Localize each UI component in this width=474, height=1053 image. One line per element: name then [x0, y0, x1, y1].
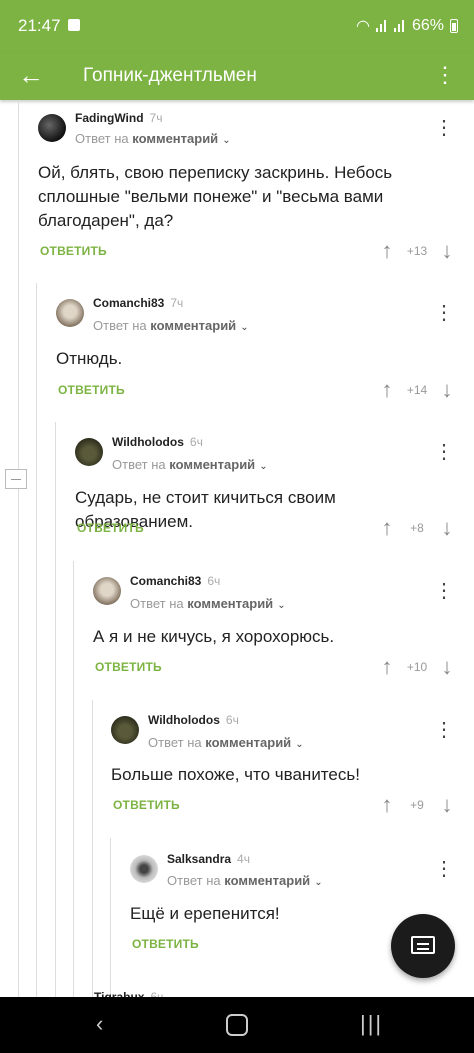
comment-score: +14: [406, 383, 428, 397]
reply-button[interactable]: ОТВЕТИТЬ: [132, 937, 199, 951]
comment-text: А я и не кичусь, я хорохорюсь.: [93, 627, 335, 646]
arrow-up-icon[interactable]: ↑: [374, 792, 400, 818]
wifi-icon: ◠: [356, 18, 370, 35]
comment-author[interactable]: FadingWind 7ч: [75, 111, 162, 125]
more-vert-icon[interactable]: ⋮: [434, 303, 454, 323]
reply-button[interactable]: ОТВЕТИТЬ: [95, 660, 162, 674]
app-bar: ← Гопник-джентльмен ⋮: [0, 52, 474, 100]
page-title: Гопник-джентльмен: [83, 65, 257, 86]
comment-score: +8: [410, 521, 424, 535]
shopping-bag-icon: [68, 19, 80, 31]
chevron-down-icon: ⌄: [314, 877, 323, 888]
reply-to[interactable]: Ответ на комментарий ⌄: [130, 596, 286, 611]
reply-to[interactable]: Ответ на комментарий ⌄: [148, 735, 304, 750]
avatar[interactable]: [93, 577, 121, 605]
comment-author[interactable]: Wildholodos 6ч: [148, 713, 239, 727]
thread-line: [110, 838, 111, 997]
reply-to[interactable]: Ответ на комментарий ⌄: [112, 457, 268, 472]
battery-icon: [450, 19, 458, 33]
battery-level: 66%: [411, 17, 444, 34]
reply-button[interactable]: ОТВЕТИТЬ: [58, 383, 125, 397]
avatar[interactable]: [111, 716, 139, 744]
comment-score: +10: [406, 660, 428, 674]
comment-text: Больше похоже, что чванитесь!: [111, 765, 360, 784]
thread-line: [18, 100, 19, 997]
comment-text: Ой, блять, свою переписку заскринь. Небо…: [38, 163, 393, 230]
reply-to[interactable]: Ответ на комментарий ⌄: [93, 318, 249, 333]
collapse-thread-button[interactable]: [5, 469, 27, 489]
thread-line: [55, 422, 56, 997]
vote-controls: ↑ +9 ↓: [374, 792, 460, 818]
reply-button[interactable]: ОТВЕТИТЬ: [113, 798, 180, 812]
arrow-up-icon[interactable]: ↑: [374, 377, 400, 403]
more-vert-icon[interactable]: ⋮: [434, 581, 454, 601]
avatar[interactable]: [56, 299, 84, 327]
vote-controls: ↑ +13 ↓: [374, 238, 460, 264]
reply-button[interactable]: ОТВЕТИТЬ: [77, 521, 144, 535]
chat-button[interactable]: [391, 914, 455, 978]
system-nav-bar: ‹ |||: [0, 997, 474, 1053]
chevron-down-icon: ⌄: [295, 739, 304, 750]
signal-icon: [375, 20, 388, 32]
comment-score: +13: [406, 244, 428, 258]
arrow-down-icon[interactable]: ↓: [434, 792, 460, 818]
arrow-up-icon[interactable]: ↑: [374, 654, 400, 680]
more-vert-icon[interactable]: ⋮: [434, 118, 454, 138]
comment-author[interactable]: Comanchi83 6ч: [130, 574, 220, 588]
arrow-down-icon[interactable]: ↓: [434, 515, 460, 541]
reply-to[interactable]: Ответ на комментарий ⌄: [75, 131, 231, 146]
vote-controls: ↑ +14 ↓: [374, 377, 460, 403]
status-bar: 21:47 ◠ 66%: [0, 0, 474, 52]
chevron-down-icon: ⌄: [277, 600, 286, 611]
more-vert-icon[interactable]: ⋮: [434, 442, 454, 462]
more-vert-icon[interactable]: ⋮: [434, 720, 454, 740]
comment-score: +9: [410, 798, 424, 812]
comment-author[interactable]: Wildholodos 6ч: [112, 435, 203, 449]
reply-to[interactable]: Ответ на комментарий ⌄: [167, 873, 323, 888]
arrow-down-icon[interactable]: ↓: [434, 238, 460, 264]
chat-icon: [411, 936, 435, 954]
comment-text: Отнюдь.: [56, 349, 123, 368]
thread-line: [73, 561, 74, 997]
status-time: 21:47: [18, 16, 61, 35]
chevron-down-icon: ⌄: [240, 322, 249, 333]
chevron-down-icon: ⌄: [259, 461, 268, 472]
arrow-down-icon[interactable]: ↓: [434, 654, 460, 680]
thread-line: [36, 283, 37, 997]
avatar[interactable]: [75, 438, 103, 466]
more-vert-icon[interactable]: ⋮: [434, 62, 456, 88]
more-vert-icon[interactable]: ⋮: [434, 859, 454, 879]
chevron-down-icon: ⌄: [222, 135, 231, 146]
back-arrow-icon[interactable]: ←: [18, 60, 44, 90]
signal-icon-2: [393, 20, 406, 32]
arrow-up-icon[interactable]: ↑: [374, 238, 400, 264]
avatar[interactable]: [38, 114, 66, 142]
reply-button[interactable]: ОТВЕТИТЬ: [40, 244, 107, 258]
nav-back-icon[interactable]: ‹: [96, 1011, 103, 1037]
comment-author[interactable]: Salksandra 4ч: [167, 852, 250, 866]
vote-controls: ↑ +8 ↓: [374, 515, 460, 541]
nav-recents-icon[interactable]: |||: [360, 1011, 383, 1037]
arrow-down-icon[interactable]: ↓: [434, 377, 460, 403]
avatar[interactable]: [130, 855, 158, 883]
nav-home-icon[interactable]: [226, 1014, 248, 1036]
thread-line: [92, 700, 93, 997]
vote-controls: ↑ +10 ↓: [374, 654, 460, 680]
arrow-up-icon[interactable]: ↑: [374, 515, 400, 541]
comment-author[interactable]: Comanchi83 7ч: [93, 296, 183, 310]
